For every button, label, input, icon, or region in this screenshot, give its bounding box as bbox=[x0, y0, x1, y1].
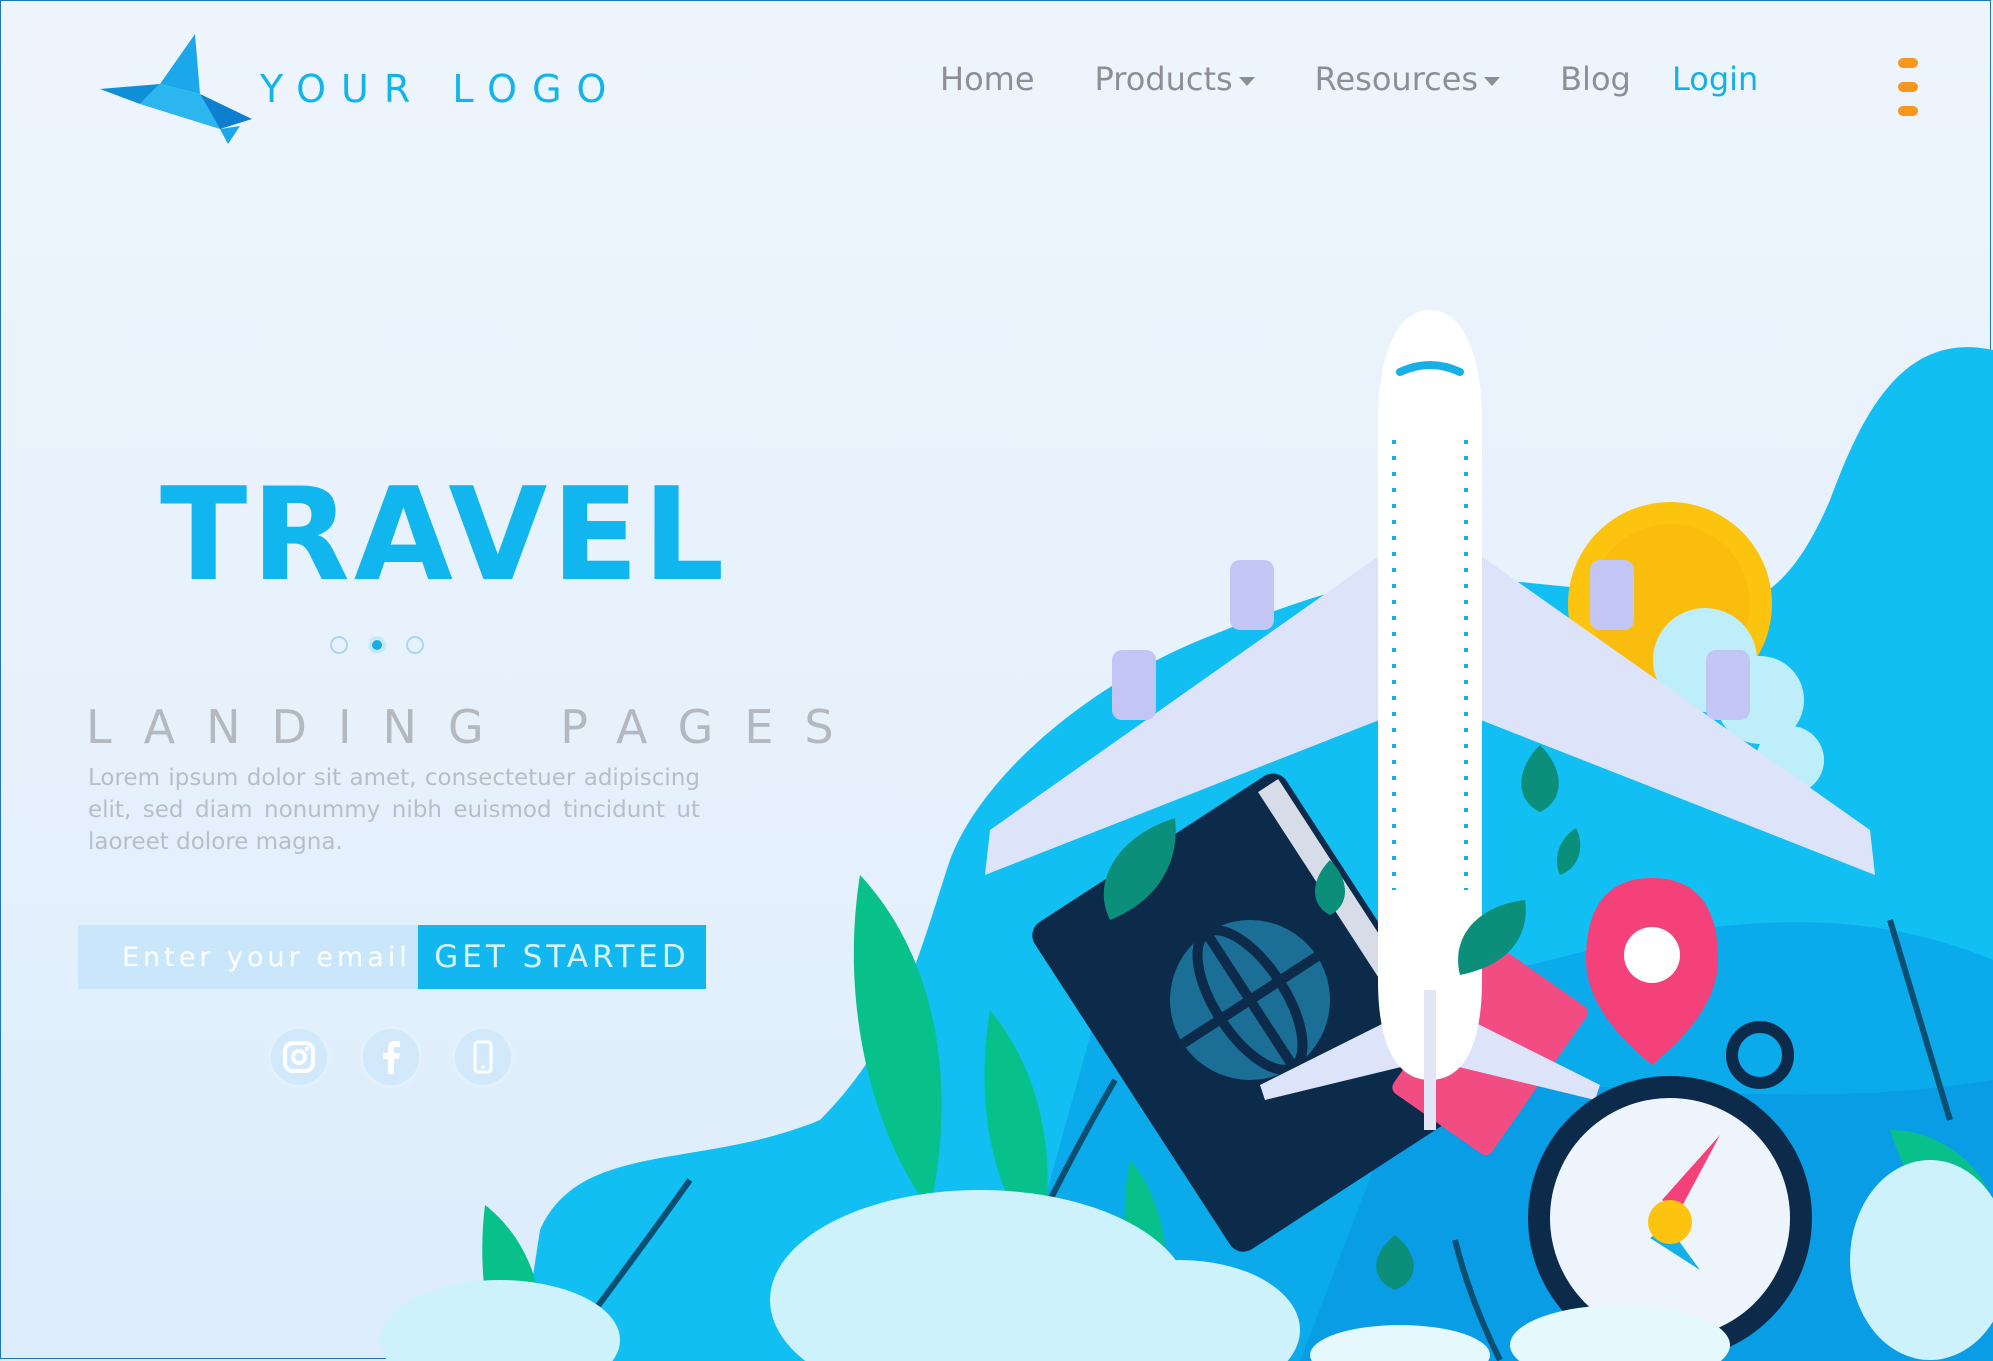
social-links bbox=[268, 1026, 544, 1088]
location-pin bbox=[1586, 878, 1718, 1065]
slider-dot-1[interactable] bbox=[330, 636, 348, 654]
instagram-button[interactable] bbox=[268, 1026, 330, 1088]
login-link[interactable]: Login bbox=[1672, 60, 1758, 98]
origami-bird-icon bbox=[100, 34, 252, 144]
email-field[interactable] bbox=[78, 925, 418, 989]
instagram-icon bbox=[283, 1041, 315, 1073]
airplane bbox=[985, 310, 1875, 1130]
main-nav: Home Products Resources Blog bbox=[940, 60, 1691, 98]
slider-dots bbox=[330, 636, 444, 654]
nav-home-label: Home bbox=[940, 60, 1035, 98]
background-blob bbox=[520, 347, 1993, 1361]
passport bbox=[1032, 773, 1485, 1252]
logo[interactable]: YOUR LOGO bbox=[100, 34, 621, 144]
facebook-icon bbox=[383, 1041, 400, 1074]
chevron-down-icon bbox=[1484, 76, 1501, 86]
hero-body: Lorem ipsum dolor sit amet, consectetuer… bbox=[88, 765, 700, 855]
travel-illustration bbox=[380, 310, 1993, 1361]
get-started-button[interactable]: GET STARTED bbox=[418, 925, 706, 989]
phone-button[interactable] bbox=[452, 1026, 514, 1088]
nav-blog-label: Blog bbox=[1560, 60, 1631, 98]
slider-dot-3[interactable] bbox=[406, 636, 424, 654]
nav-products-label: Products bbox=[1094, 60, 1233, 98]
window-frame bbox=[0, 0, 1991, 1359]
nav-blog[interactable]: Blog bbox=[1560, 60, 1631, 98]
sun bbox=[1568, 502, 1772, 706]
compass bbox=[1528, 1021, 1812, 1360]
hamburger-menu-icon[interactable] bbox=[1898, 58, 1918, 120]
hero-subtitle: LANDING PAGES bbox=[86, 700, 865, 754]
hero-title: TRAVEL bbox=[160, 461, 729, 610]
facebook-button[interactable] bbox=[360, 1026, 422, 1088]
nav-resources-label: Resources bbox=[1314, 60, 1479, 98]
nav-home[interactable]: Home bbox=[940, 60, 1035, 98]
logo-text: YOUR LOGO bbox=[260, 67, 622, 111]
background-blob-dark bbox=[1000, 922, 1993, 1361]
nav-products[interactable]: Products bbox=[1095, 60, 1255, 98]
slider-dot-2[interactable] bbox=[368, 636, 386, 654]
signup-form: GET STARTED bbox=[78, 925, 706, 989]
chevron-down-icon bbox=[1238, 76, 1255, 86]
nav-resources[interactable]: Resources bbox=[1314, 60, 1501, 98]
phone-icon bbox=[473, 1040, 493, 1074]
